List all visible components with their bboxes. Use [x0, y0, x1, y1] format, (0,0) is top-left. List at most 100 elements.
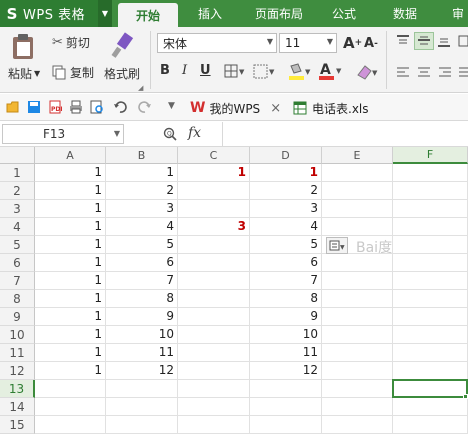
cell-f7[interactable]: [393, 272, 468, 290]
column-header-f[interactable]: F: [393, 147, 468, 164]
cell-b9[interactable]: 9: [106, 308, 178, 326]
row-header-9[interactable]: 9: [0, 308, 35, 326]
align-right-button[interactable]: [438, 66, 452, 78]
cell-a15[interactable]: [35, 416, 106, 434]
cell-e14[interactable]: [322, 398, 393, 416]
cell-d5[interactable]: 5: [250, 236, 322, 254]
paste-options-button[interactable]: ▼: [326, 237, 348, 254]
cell-b3[interactable]: 3: [106, 200, 178, 218]
cell-a11[interactable]: 1: [35, 344, 106, 362]
cell-e7[interactable]: [322, 272, 393, 290]
print-preview-icon[interactable]: [90, 100, 104, 114]
font-name-select[interactable]: 宋体 ▼: [157, 33, 277, 53]
cell-e3[interactable]: [322, 200, 393, 218]
column-header-b[interactable]: B: [106, 147, 178, 164]
cell-c3[interactable]: [178, 200, 250, 218]
cell-c4[interactable]: 3: [178, 218, 250, 236]
tab-data[interactable]: 数据: [380, 0, 430, 27]
align-top-button[interactable]: [396, 35, 410, 47]
cell-f14[interactable]: [393, 398, 468, 416]
cell-b4[interactable]: 4: [106, 218, 178, 236]
cell-a2[interactable]: 1: [35, 182, 106, 200]
cell-b15[interactable]: [106, 416, 178, 434]
app-menu-button[interactable]: S WPS 表格 ▼: [0, 0, 112, 27]
sheet-grid[interactable]: ABCDEF1111121223133414345155616671778188…: [0, 147, 468, 435]
save-icon[interactable]: [27, 100, 41, 114]
cell-d7[interactable]: 7: [250, 272, 322, 290]
cell-b2[interactable]: 2: [106, 182, 178, 200]
cell-f6[interactable]: [393, 254, 468, 272]
column-header-d[interactable]: D: [250, 147, 322, 164]
cell-d12[interactable]: 12: [250, 362, 322, 380]
cell-b13[interactable]: [106, 380, 178, 398]
align-bottom-button[interactable]: [437, 35, 451, 47]
cell-f9[interactable]: [393, 308, 468, 326]
cell-d15[interactable]: [250, 416, 322, 434]
cell-a12[interactable]: 1: [35, 362, 106, 380]
row-header-4[interactable]: 4: [0, 218, 35, 236]
row-header-1[interactable]: 1: [0, 164, 35, 182]
formula-input[interactable]: [222, 122, 468, 146]
cell-c5[interactable]: [178, 236, 250, 254]
zoom-search-icon[interactable]: Q: [163, 127, 177, 141]
format-painter-label[interactable]: 格式刷: [104, 65, 140, 82]
redo-icon[interactable]: [138, 100, 152, 114]
cell-f5[interactable]: [393, 236, 468, 254]
cell-d6[interactable]: 6: [250, 254, 322, 272]
cell-f3[interactable]: [393, 200, 468, 218]
cell-b5[interactable]: 5: [106, 236, 178, 254]
cell-a3[interactable]: 1: [35, 200, 106, 218]
cell-e1[interactable]: [322, 164, 393, 182]
name-box[interactable]: F13 ▼: [2, 124, 124, 144]
tab-formulas[interactable]: 公式: [320, 0, 368, 27]
bold-button[interactable]: B: [160, 63, 170, 78]
row-header-14[interactable]: 14: [0, 398, 35, 416]
cell-c9[interactable]: [178, 308, 250, 326]
undo-icon[interactable]: [113, 100, 127, 114]
row-header-6[interactable]: 6: [0, 254, 35, 272]
underline-button[interactable]: U: [200, 63, 211, 78]
tab-review[interactable]: 审: [448, 0, 468, 27]
cell-d3[interactable]: 3: [250, 200, 322, 218]
cell-f1[interactable]: [393, 164, 468, 182]
row-header-15[interactable]: 15: [0, 416, 35, 434]
cell-e11[interactable]: [322, 344, 393, 362]
cell-a9[interactable]: 1: [35, 308, 106, 326]
tab-phone-table-xls[interactable]: 电话表.xls: [293, 97, 369, 119]
cell-f15[interactable]: [393, 416, 468, 434]
paste-dropdown-icon[interactable]: ▼: [34, 69, 40, 78]
close-icon[interactable]: ×: [270, 101, 281, 116]
font-size-select[interactable]: 11 ▼: [279, 33, 337, 53]
cell-e15[interactable]: [322, 416, 393, 434]
print-icon[interactable]: [69, 100, 83, 114]
cell-d4[interactable]: 4: [250, 218, 322, 236]
app-menu-dropdown-icon[interactable]: ▼: [98, 0, 112, 27]
cell-f10[interactable]: [393, 326, 468, 344]
cell-e10[interactable]: [322, 326, 393, 344]
cell-b8[interactable]: 8: [106, 290, 178, 308]
cell-e2[interactable]: [322, 182, 393, 200]
row-header-7[interactable]: 7: [0, 272, 35, 290]
cell-a1[interactable]: 1: [35, 164, 106, 182]
cell-d8[interactable]: 8: [250, 290, 322, 308]
cell-a4[interactable]: 1: [35, 218, 106, 236]
cell-d11[interactable]: 11: [250, 344, 322, 362]
cell-d9[interactable]: 9: [250, 308, 322, 326]
align-center-button[interactable]: [417, 66, 431, 78]
tab-home[interactable]: 开始: [118, 3, 178, 27]
row-header-5[interactable]: 5: [0, 236, 35, 254]
export-pdf-icon[interactable]: PDF: [48, 100, 62, 114]
italic-button[interactable]: I: [182, 63, 187, 78]
cell-e9[interactable]: [322, 308, 393, 326]
cell-c11[interactable]: [178, 344, 250, 362]
borders-button[interactable]: ▼: [224, 64, 246, 80]
fill-color-button[interactable]: ▼: [288, 63, 312, 81]
cell-a14[interactable]: [35, 398, 106, 416]
cell-c10[interactable]: [178, 326, 250, 344]
decrease-font-icon[interactable]: A-: [364, 36, 378, 51]
cell-d10[interactable]: 10: [250, 326, 322, 344]
row-header-2[interactable]: 2: [0, 182, 35, 200]
font-color-button[interactable]: A ▼: [318, 61, 344, 81]
cell-c2[interactable]: [178, 182, 250, 200]
cell-c15[interactable]: [178, 416, 250, 434]
